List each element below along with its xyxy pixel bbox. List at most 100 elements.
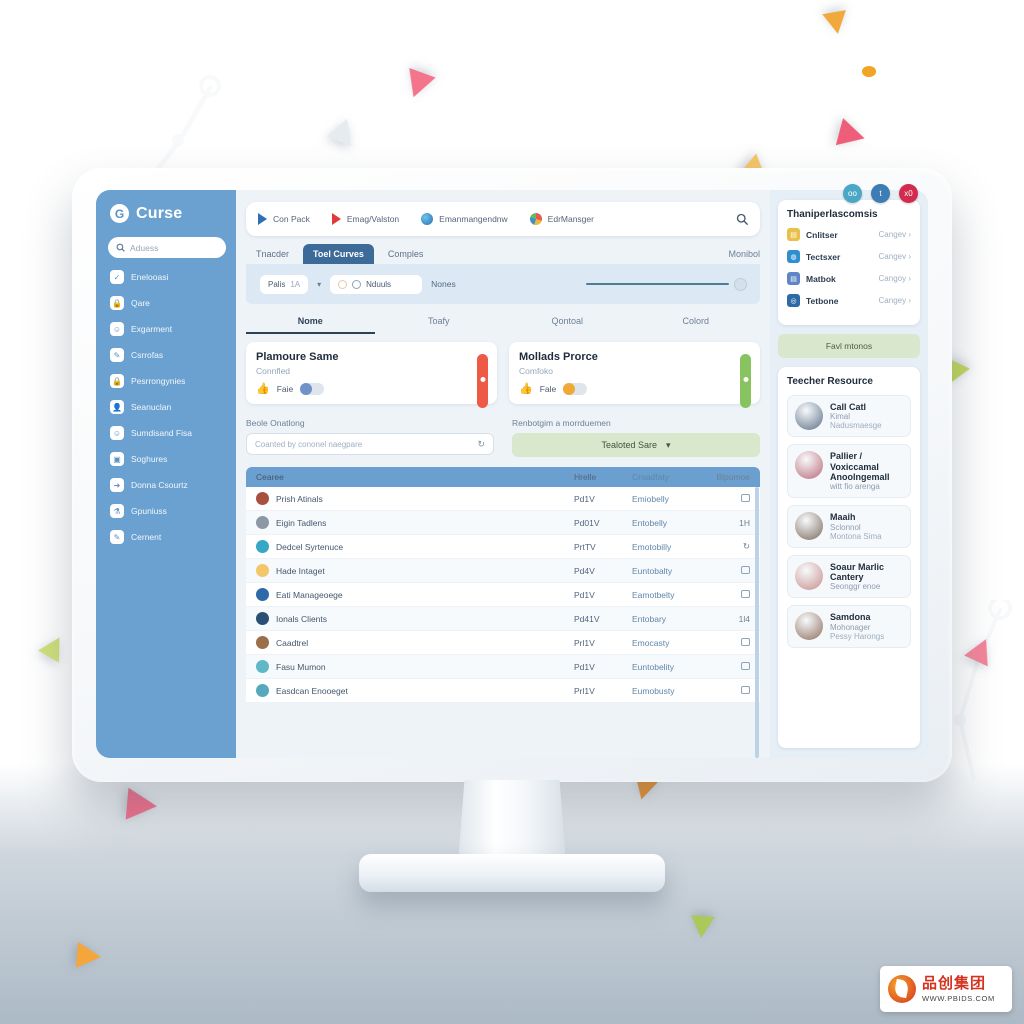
checkbox-icon[interactable] [741,589,750,598]
sub-tab-3[interactable]: Colord [632,316,761,334]
teacher-item-0[interactable]: Call Catl Kimal Nadusmaesge [787,395,911,438]
sidebar-item-label: Enelooasi [131,272,169,282]
sub-tab-bar: Nome Toafy Qontoal Colord [246,316,760,334]
teacher-name: Samdona [830,612,871,623]
teacher-item-1[interactable]: Pallier / Voxiccamal Anoolngemall witt fi… [787,444,911,499]
toolbar-item-2[interactable]: Emanmangendnw [421,213,508,225]
sidebar-search-placeholder: Aduess [130,242,159,253]
slider-track[interactable] [586,283,729,285]
sidebar-item-5[interactable]: 👤 Seanuclan [108,400,226,414]
toolbar-item-label: Emanmangendnw [439,214,508,224]
toolbar-item-0[interactable]: Con Pack [258,213,310,225]
sidebar-search-input[interactable]: Aduess [108,237,226,258]
table-row[interactable]: Ionals Clients Pd41V Entobary 1l4 [246,607,760,631]
pie-icon [529,213,542,225]
progress-toggle[interactable] [563,382,588,395]
progress-card-list: Plamoure Same Connfled 👍 Faie Mollads Prorce… [246,342,760,408]
table-row[interactable]: Eati Manageoege Pd1V Eamotbelty [246,583,760,607]
table-cell-c[interactable] [710,589,750,600]
radio-icon-a[interactable] [338,279,348,289]
toolbar-item-1[interactable]: Emag/Valston [331,213,399,225]
compass-icon: ◎ [787,294,800,307]
tab-list: Tnacder Toel Curves Comples [246,244,433,264]
person-icon: 👤 [110,400,124,414]
find-more-button[interactable]: Favl mtonos [778,334,920,358]
sub-tab-2[interactable]: Qontoal [503,316,632,334]
table-row[interactable]: Hade Intaget Pd4V Euntobalty [246,559,760,583]
checkbox-icon[interactable] [741,661,750,670]
table-row[interactable]: Fasu Mumon Pd1V Euntobelity [246,655,760,679]
table-cell-c[interactable]: 1H [710,518,750,528]
watermark-cn-text: 品创集团 [922,974,987,992]
right-link-0[interactable]: ▤ Cnlitser Cangev › [787,228,911,241]
slider-knob[interactable] [735,278,746,290]
sidebar-item-3[interactable]: ✎ Csrrofas [108,348,226,362]
table-row[interactable]: Eigin Tadlens Pd01V Entobelly 1H [246,511,760,535]
right-link-name: Tetbone [806,295,839,306]
sidebar-item-label: Qare [131,298,150,308]
table-scrollbar[interactable] [755,487,759,758]
sub-tab-1[interactable]: Toafy [375,316,504,334]
chevron-down-icon[interactable]: ▾ [317,280,321,289]
filter-slider[interactable] [586,278,746,290]
window-button-3[interactable]: x0 [899,184,918,203]
sidebar-item-0[interactable]: ✓ Enelooasi [108,270,226,284]
table-row[interactable]: Easdcan Enooeget Prl1V Eumobusty [246,679,760,703]
checkbox-icon[interactable] [741,493,750,502]
checkbox-icon[interactable] [741,685,750,694]
teacher-item-3[interactable]: Soaur Marlic Cantery Seonggr enoe [787,554,911,599]
window-button-1[interactable]: oo [843,184,862,203]
table-row[interactable]: Caadtrel Prl1V Emocasty [246,631,760,655]
tab-0[interactable]: Tnacder [246,244,299,264]
sidebar-item-6[interactable]: ☺ Sumdisand Fisa [108,426,226,440]
right-link-2[interactable]: ▤ Matbok Cangoy › [787,272,911,285]
tab-1[interactable]: Toel Curves [303,244,374,264]
pencil-icon: ✎ [110,530,124,544]
sidebar-item-1[interactable]: 🔒 Qare [108,296,226,310]
teacher-item-4[interactable]: Samdona Mohonager Pessy Harongs [787,605,911,648]
table-cell-c[interactable] [710,493,750,504]
tab-2[interactable]: Comples [378,244,434,264]
radio-icon-b[interactable] [352,279,362,289]
refresh-icon[interactable]: ↻ [710,541,750,552]
sidebar-item-9[interactable]: ⚗ Gpuniuss [108,504,226,518]
window-controls[interactable]: oo t x0 [843,184,918,203]
sidebar-item-label: Csrrofas [131,350,164,360]
tealoted-sare-dropdown[interactable]: Tealoted Sare ▾ [512,433,760,457]
progress-toggle[interactable] [300,382,325,395]
sidebar-item-7[interactable]: ▣ Soghures [108,452,226,466]
checkbox-icon[interactable] [741,565,750,574]
toolbar-item-3[interactable]: EdrMansger [529,213,594,225]
toolbar-search-button[interactable] [736,213,748,225]
table-row[interactable]: Prish Atinals Pd1V Emiobelly [246,487,760,511]
find-input[interactable]: Coanted by cononel naegpare ↻ [246,433,494,455]
progress-vertical-bar [740,354,751,408]
table-cell-c[interactable] [710,685,750,696]
palis-select[interactable]: Palis 1A [260,274,309,294]
table-cell-a: Prl1V [574,637,595,648]
sidebar-item-label: Seanuclan [131,402,172,412]
table-cell-c[interactable] [710,661,750,672]
window-button-2[interactable]: t [871,184,890,203]
sidebar-item-8[interactable]: ➜ Donna Csourtz [108,478,226,492]
teacher-item-2[interactable]: Maaih Sclonnol Montona Sima [787,505,911,548]
sub-tab-0[interactable]: Nome [246,316,375,334]
data-table: Cearee Hrelle Croadfaty Blpumoe Prish Atina… [246,467,760,758]
table-row[interactable]: Dedcel Syrtenuce PrtTV Emotobilly ↻ [246,535,760,559]
sidebar-item-label: Gpuniuss [131,506,167,516]
table-cell-c[interactable]: 1l4 [710,614,750,624]
table-cell-c[interactable] [710,565,750,576]
sidebar-item-4[interactable]: 🔒 Pesrrongynies [108,374,226,388]
refresh-icon[interactable]: ↻ [477,439,485,450]
right-link-3[interactable]: ◎ Tetbone Cangey › [787,294,911,307]
progress-card-0: Plamoure Same Connfled 👍 Faie [246,342,497,408]
table-cell-b: Eamotbelty [632,589,675,600]
right-link-1[interactable]: ◍ Tectsxer Cangev › [787,250,911,263]
nduuls-field[interactable]: Nduuls [330,274,423,294]
sidebar-item-10[interactable]: ✎ Cernent [108,530,226,544]
checkbox-icon[interactable] [741,637,750,646]
search-and-filter-row: Beole Onatlong Coanted by cononel naegpa… [246,418,760,457]
sidebar-item-2[interactable]: ☺ Exgarment [108,322,226,336]
table-cell-b: Euntobelity [632,661,675,672]
table-cell-c[interactable] [710,637,750,648]
